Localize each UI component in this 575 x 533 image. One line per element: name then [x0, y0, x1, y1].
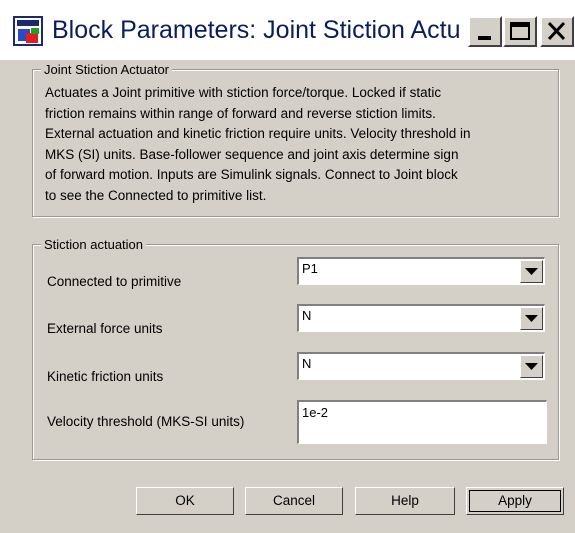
force-units-label: External force units [47, 321, 163, 336]
description-line: External actuation and kinetic friction … [45, 126, 471, 142]
description-group: Joint Stiction Actuator Actuates a Joint… [32, 61, 559, 217]
cancel-button[interactable]: Cancel [245, 487, 343, 515]
chevron-down-icon [525, 268, 538, 275]
description-line: of forward motion. Inputs are Simulink s… [45, 167, 458, 183]
apply-button[interactable]: Apply [466, 487, 564, 515]
stiction-legend: Stiction actuation [41, 236, 147, 253]
description-line: Actuates a Joint primitive with stiction… [45, 85, 442, 100]
description-text: Actuates a Joint primitive with stiction… [45, 83, 545, 207]
force-units-select[interactable]: N [297, 304, 545, 332]
help-button[interactable]: Help [355, 487, 455, 515]
kinetic-friction-units-label: Kinetic friction units [47, 369, 164, 384]
close-button[interactable] [540, 16, 574, 47]
maximize-button[interactable] [503, 16, 537, 47]
connected-primitive-select[interactable]: P1 [297, 257, 545, 285]
minimize-button[interactable] [468, 16, 502, 47]
velocity-threshold-label: Velocity threshold (MKS-SI units) [47, 414, 245, 429]
description-line: friction remains within range of forward… [45, 105, 436, 121]
kinetic-friction-units-select[interactable]: N [297, 352, 545, 380]
description-legend: Joint Stiction Actuator [41, 61, 173, 78]
maximize-icon [510, 22, 530, 40]
force-units-dropdown-button[interactable] [520, 307, 543, 330]
velocity-threshold-input[interactable]: 1e-2 [297, 400, 547, 444]
simulink-block-icon[interactable] [13, 16, 43, 46]
chevron-down-icon [525, 315, 538, 322]
connected-primitive-value: P1 [302, 261, 318, 276]
ok-button[interactable]: OK [136, 487, 234, 515]
description-line: MKS (SI) units. Base-follower sequence a… [45, 146, 459, 162]
kinetic-friction-units-dropdown-button[interactable] [520, 355, 543, 378]
kinetic-friction-units-value: N [302, 356, 312, 371]
description-line: to see the Connected to primitive list. [45, 187, 267, 203]
window-title: Block Parameters: Joint Stiction Actua..… [52, 16, 460, 44]
connected-primitive-label: Connected to primitive [47, 274, 182, 289]
connected-primitive-dropdown-button[interactable] [520, 260, 543, 283]
title-bar[interactable]: Block Parameters: Joint Stiction Actua..… [0, 0, 575, 60]
velocity-threshold-value: 1e-2 [302, 405, 329, 420]
stiction-actuation-group: Stiction actuation Connected to primitiv… [32, 236, 559, 460]
chevron-down-icon [525, 363, 538, 370]
minimize-icon [478, 36, 491, 40]
close-icon [547, 21, 566, 41]
block-parameters-dialog: Block Parameters: Joint Stiction Actua..… [0, 0, 575, 533]
force-units-value: N [302, 308, 312, 323]
